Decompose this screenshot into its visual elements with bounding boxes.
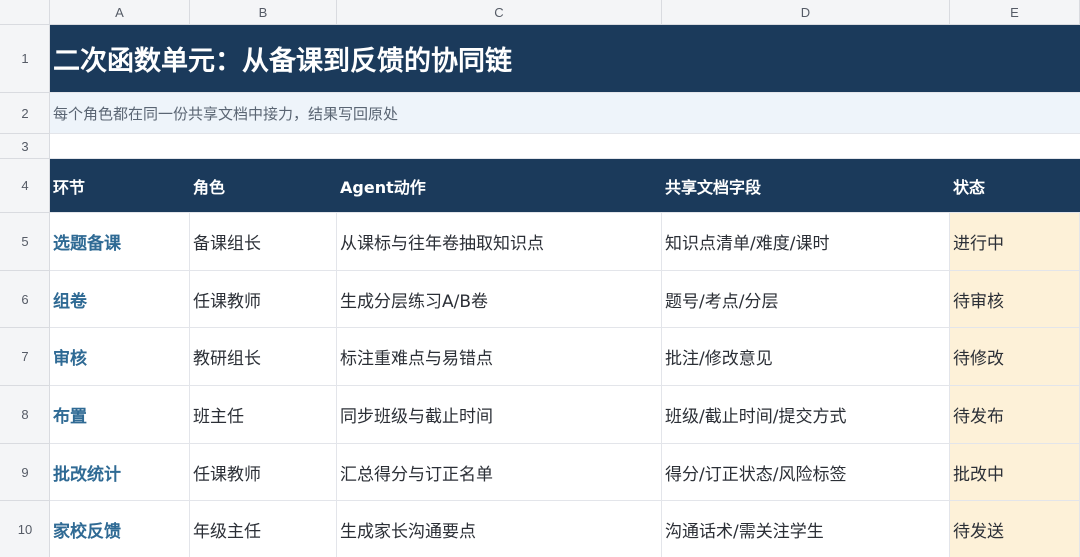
row-header-5[interactable]: 5 bbox=[0, 213, 50, 271]
column-header-e[interactable]: E bbox=[950, 0, 1080, 25]
status-cell[interactable]: 进行中 bbox=[950, 213, 1080, 270]
table-row: 选题备课 备课组长 从课标与往年卷抽取知识点 知识点清单/难度/课时 进行中 bbox=[50, 213, 1080, 271]
header-cell-stage[interactable]: 环节 bbox=[50, 159, 190, 212]
sheet-subtitle[interactable]: 每个角色都在同一份共享文档中接力，结果写回原处 bbox=[50, 93, 1080, 133]
status-cell[interactable]: 待发送 bbox=[950, 501, 1080, 557]
action-cell[interactable]: 标注重难点与易错点 bbox=[337, 328, 662, 386]
action-cell[interactable]: 从课标与往年卷抽取知识点 bbox=[337, 213, 662, 270]
column-header-a[interactable]: A bbox=[50, 0, 190, 25]
role-cell[interactable]: 班主任 bbox=[190, 386, 337, 443]
column-headers: A B C D E bbox=[0, 0, 1080, 25]
row-header-3[interactable]: 3 bbox=[0, 134, 50, 159]
row-headers: 1 2 3 4 5 6 7 8 9 10 bbox=[0, 25, 50, 557]
fields-cell[interactable]: 得分/订正状态/风险标签 bbox=[662, 443, 950, 501]
row-header-7[interactable]: 7 bbox=[0, 328, 50, 387]
status-cell[interactable]: 待发布 bbox=[950, 386, 1080, 443]
fields-cell[interactable]: 题号/考点/分层 bbox=[662, 270, 950, 328]
role-cell[interactable]: 年级主任 bbox=[190, 501, 337, 557]
row-header-1[interactable]: 1 bbox=[0, 25, 50, 93]
blank-row bbox=[50, 134, 1080, 159]
subtitle-row: 每个角色都在同一份共享文档中接力，结果写回原处 bbox=[50, 93, 1080, 134]
sheet-title[interactable]: 二次函数单元：从备课到反馈的协同链 bbox=[50, 25, 1080, 92]
title-row: 二次函数单元：从备课到反馈的协同链 bbox=[50, 25, 1080, 93]
action-cell[interactable]: 生成家长沟通要点 bbox=[337, 501, 662, 557]
stage-cell[interactable]: 布置 bbox=[50, 386, 190, 443]
spreadsheet: A B C D E 1 2 3 4 5 6 7 8 9 10 二次函数单元：从备… bbox=[0, 0, 1080, 557]
role-cell[interactable]: 任课教师 bbox=[190, 270, 337, 328]
table-row: 家校反馈 年级主任 生成家长沟通要点 沟通话术/需关注学生 待发送 bbox=[50, 501, 1080, 557]
table-row: 审核 教研组长 标注重难点与易错点 批注/修改意见 待修改 bbox=[50, 328, 1080, 387]
row-header-10[interactable]: 10 bbox=[0, 501, 50, 557]
header-cell-agent-action[interactable]: Agent动作 bbox=[337, 159, 662, 212]
stage-cell[interactable]: 批改统计 bbox=[50, 443, 190, 501]
table-row: 布置 班主任 同步班级与截止时间 班级/截止时间/提交方式 待发布 bbox=[50, 386, 1080, 444]
select-all-corner[interactable] bbox=[0, 0, 50, 25]
empty-cell[interactable] bbox=[50, 134, 1080, 158]
row-header-2[interactable]: 2 bbox=[0, 93, 50, 134]
row-header-9[interactable]: 9 bbox=[0, 444, 50, 502]
status-cell[interactable]: 批改中 bbox=[950, 443, 1080, 501]
table-header-row: 环节 角色 Agent动作 共享文档字段 状态 bbox=[50, 159, 1080, 213]
role-cell[interactable]: 教研组长 bbox=[190, 328, 337, 386]
action-cell[interactable]: 汇总得分与订正名单 bbox=[337, 443, 662, 501]
row-header-6[interactable]: 6 bbox=[0, 271, 50, 329]
column-header-c[interactable]: C bbox=[337, 0, 662, 25]
column-header-d[interactable]: D bbox=[662, 0, 950, 25]
fields-cell[interactable]: 班级/截止时间/提交方式 bbox=[662, 386, 950, 443]
table-row: 批改统计 任课教师 汇总得分与订正名单 得分/订正状态/风险标签 批改中 bbox=[50, 443, 1080, 502]
row-header-8[interactable]: 8 bbox=[0, 386, 50, 444]
status-cell[interactable]: 待修改 bbox=[950, 328, 1080, 386]
table-row: 组卷 任课教师 生成分层练习A/B卷 题号/考点/分层 待审核 bbox=[50, 270, 1080, 329]
cell-grid: 二次函数单元：从备课到反馈的协同链 每个角色都在同一份共享文档中接力，结果写回原… bbox=[50, 25, 1080, 557]
row-header-4[interactable]: 4 bbox=[0, 159, 50, 213]
status-cell[interactable]: 待审核 bbox=[950, 270, 1080, 328]
action-cell[interactable]: 同步班级与截止时间 bbox=[337, 386, 662, 443]
header-cell-doc-fields[interactable]: 共享文档字段 bbox=[662, 159, 950, 212]
action-cell[interactable]: 生成分层练习A/B卷 bbox=[337, 270, 662, 328]
stage-cell[interactable]: 家校反馈 bbox=[50, 501, 190, 557]
header-cell-status[interactable]: 状态 bbox=[950, 159, 1080, 212]
column-header-b[interactable]: B bbox=[190, 0, 337, 25]
fields-cell[interactable]: 批注/修改意见 bbox=[662, 328, 950, 386]
stage-cell[interactable]: 选题备课 bbox=[50, 213, 190, 270]
role-cell[interactable]: 备课组长 bbox=[190, 213, 337, 270]
role-cell[interactable]: 任课教师 bbox=[190, 443, 337, 501]
fields-cell[interactable]: 知识点清单/难度/课时 bbox=[662, 213, 950, 270]
stage-cell[interactable]: 组卷 bbox=[50, 270, 190, 328]
header-cell-role[interactable]: 角色 bbox=[190, 159, 337, 212]
fields-cell[interactable]: 沟通话术/需关注学生 bbox=[662, 501, 950, 557]
stage-cell[interactable]: 审核 bbox=[50, 328, 190, 386]
